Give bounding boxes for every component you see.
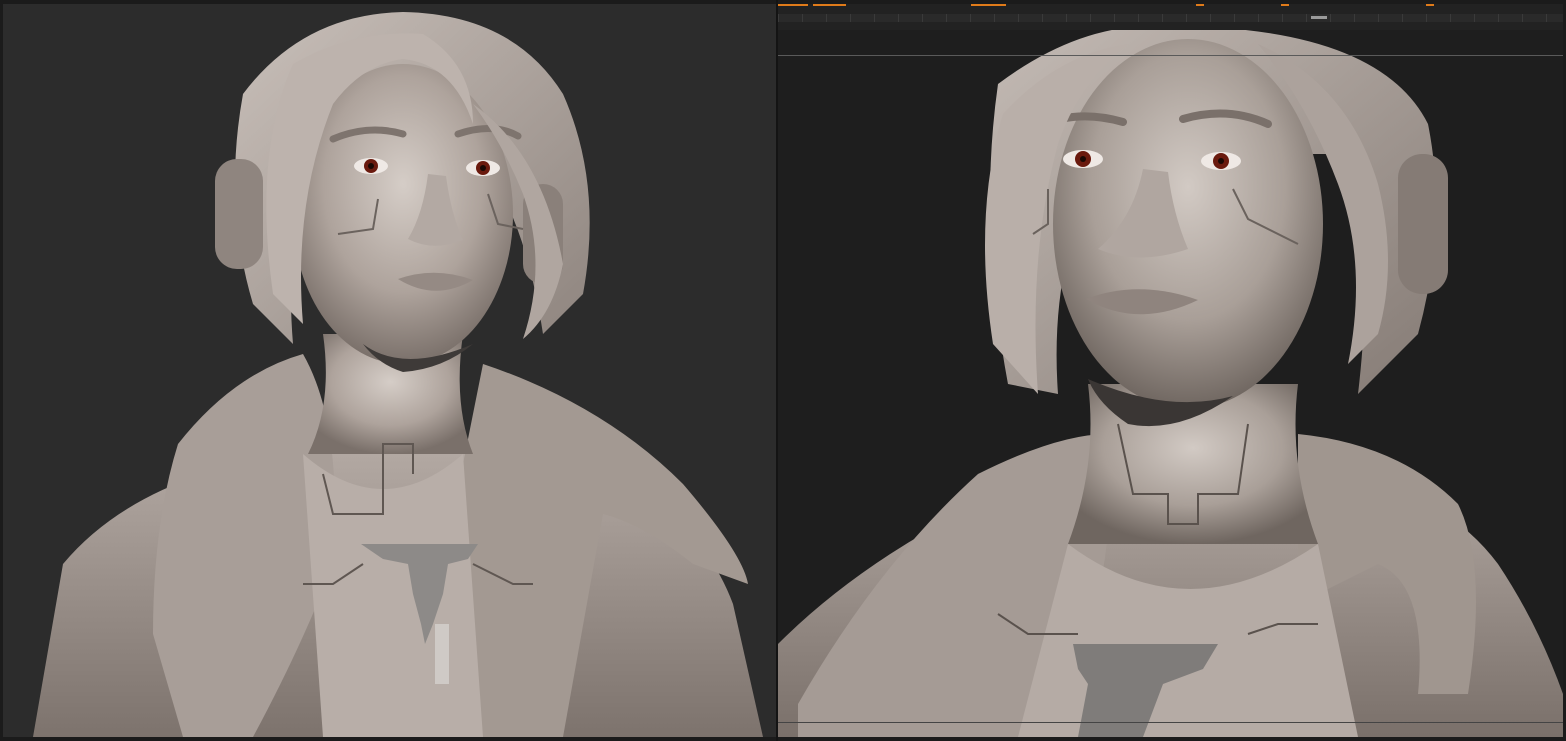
app-window: [0, 0, 1566, 741]
viewport-guide-line: [778, 55, 1563, 56]
timeline-bar[interactable]: [778, 4, 1563, 30]
timeline-key[interactable]: [971, 4, 1006, 6]
headphone-left: [215, 159, 263, 269]
viewport-guide-line: [778, 722, 1563, 723]
pendant-cord: [435, 624, 449, 684]
timeline-key[interactable]: [813, 4, 846, 6]
headphone-right: [1398, 154, 1448, 294]
viewport-right[interactable]: [778, 4, 1563, 737]
timeline-key[interactable]: [1281, 4, 1289, 6]
timeline-ticks: [778, 14, 1563, 22]
viewport-left[interactable]: [3, 4, 776, 737]
timeline-handle-icon[interactable]: [1311, 16, 1327, 19]
timeline-key[interactable]: [778, 4, 808, 6]
sculpt-render-left: [33, 12, 763, 737]
chest: [303, 454, 483, 737]
timeline-key[interactable]: [1426, 4, 1434, 6]
face: [1053, 39, 1323, 409]
sculpt-render-right: [778, 25, 1563, 737]
timeline-key[interactable]: [1196, 4, 1204, 6]
